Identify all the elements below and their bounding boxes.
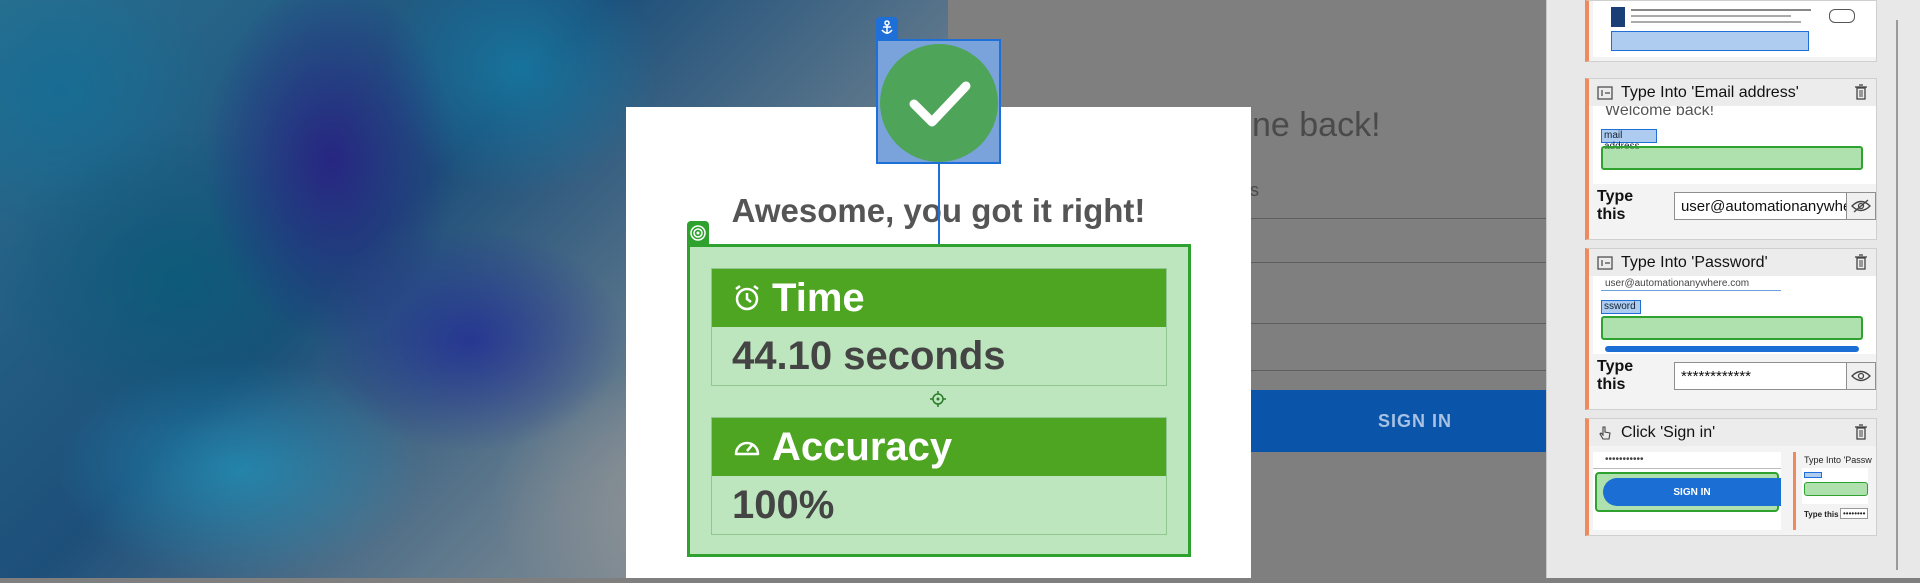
step-preview: Welcome back! mail address bbox=[1593, 106, 1876, 184]
mini-step-title: Type Into 'Passw bbox=[1804, 455, 1872, 465]
preview-heading: Welcome back! bbox=[1605, 106, 1715, 119]
step-title: Type Into 'Email address' bbox=[1621, 83, 1799, 101]
step-header: Type Into 'Password' bbox=[1589, 249, 1876, 276]
preview-image bbox=[1611, 7, 1625, 27]
preview-value: user@automationanywhere.com bbox=[1605, 278, 1750, 289]
step-card-click-sign-in[interactable]: Click 'Sign in' ••••••••••• SIGN IN Type… bbox=[1585, 418, 1877, 536]
mini-field bbox=[1804, 472, 1822, 478]
alarm-clock-icon bbox=[735, 285, 759, 311]
type-label: Type this bbox=[1597, 358, 1634, 393]
step-mini-preview: Type Into 'Passw Type this •••••••• bbox=[1793, 452, 1872, 530]
anchor-icon[interactable] bbox=[876, 17, 898, 39]
click-icon bbox=[1599, 425, 1611, 440]
anchor-connector-line bbox=[938, 164, 940, 244]
eye-icon[interactable] bbox=[1846, 362, 1876, 390]
step-card-type-email[interactable]: Type Into 'Email address' Welcome back! … bbox=[1585, 78, 1877, 240]
divider bbox=[1250, 262, 1580, 263]
step-preview: ••••••••••• SIGN IN bbox=[1593, 452, 1781, 530]
step-card-type-password[interactable]: Type Into 'Password' user@automationanyw… bbox=[1585, 248, 1877, 410]
trash-icon[interactable] bbox=[1854, 424, 1868, 440]
login-field-label: s bbox=[1250, 180, 1259, 200]
preview-button bbox=[1605, 346, 1859, 352]
preview-field-label: mail address bbox=[1601, 129, 1657, 152]
panel-scrollbar[interactable] bbox=[1892, 0, 1902, 578]
login-title: ne back! bbox=[1252, 106, 1381, 144]
time-card-header: Time bbox=[712, 269, 1166, 327]
step-preview: user@automationanywhere.com ssword bbox=[1593, 276, 1876, 354]
preview-sign-in-button: SIGN IN bbox=[1603, 478, 1781, 506]
trash-icon[interactable] bbox=[1854, 84, 1868, 100]
password-value-input[interactable]: ************ bbox=[1673, 362, 1847, 390]
preview-divider bbox=[1593, 468, 1781, 469]
email-value-input[interactable]: user@automationanywhere.com bbox=[1673, 192, 1847, 220]
type-label: Type this bbox=[1597, 188, 1634, 223]
divider bbox=[1250, 218, 1580, 219]
speedometer-icon bbox=[734, 441, 760, 456]
preview-text-line bbox=[1631, 9, 1811, 11]
trash-icon[interactable] bbox=[1854, 254, 1868, 270]
preview-text-line bbox=[1631, 15, 1791, 17]
target-icon[interactable] bbox=[687, 221, 709, 244]
type-row: Type this ************ bbox=[1589, 354, 1876, 398]
step-preview bbox=[1593, 1, 1876, 57]
divider bbox=[1250, 370, 1580, 371]
eye-off-icon[interactable] bbox=[1846, 192, 1876, 220]
step-card-partial[interactable] bbox=[1585, 0, 1877, 62]
type-row: Type this user@automationanywhere.com bbox=[1589, 184, 1876, 228]
step-title: Click 'Sign in' bbox=[1621, 423, 1716, 441]
divider bbox=[1250, 323, 1580, 324]
preview-value: ••••••••••• bbox=[1605, 454, 1644, 465]
preview-dots bbox=[1829, 9, 1855, 23]
preview-field-label: ssword bbox=[1601, 300, 1641, 314]
crosshair-icon bbox=[930, 391, 946, 407]
time-label: Time bbox=[772, 275, 865, 320]
preview-underline bbox=[1601, 290, 1781, 291]
preview-target bbox=[1601, 146, 1863, 170]
mini-type-label: Type this bbox=[1804, 510, 1839, 519]
accuracy-card: Accuracy 100% bbox=[711, 417, 1167, 535]
check-icon bbox=[880, 44, 998, 162]
mini-type-value: •••••••• bbox=[1840, 508, 1869, 519]
preview-target bbox=[1601, 316, 1863, 340]
accuracy-label: Accuracy bbox=[772, 424, 953, 469]
mini-thumb bbox=[1802, 468, 1868, 504]
preview-highlight bbox=[1611, 31, 1809, 51]
type-into-icon bbox=[1597, 85, 1613, 100]
accuracy-card-header: Accuracy bbox=[712, 418, 1166, 476]
step-header: Click 'Sign in' bbox=[1589, 419, 1876, 446]
sign-in-button[interactable]: SIGN IN bbox=[1250, 390, 1580, 452]
login-title-clip: ne back! bbox=[1250, 100, 1580, 150]
time-value: 44.10 seconds bbox=[732, 333, 1006, 378]
accuracy-value: 100% bbox=[732, 482, 835, 527]
mini-target bbox=[1804, 482, 1868, 496]
preview-text-line bbox=[1631, 21, 1801, 23]
step-title: Type Into 'Password' bbox=[1621, 253, 1768, 271]
step-header: Type Into 'Email address' bbox=[1589, 79, 1876, 106]
type-into-icon bbox=[1597, 255, 1613, 270]
time-card: Time 44.10 seconds bbox=[711, 268, 1167, 386]
